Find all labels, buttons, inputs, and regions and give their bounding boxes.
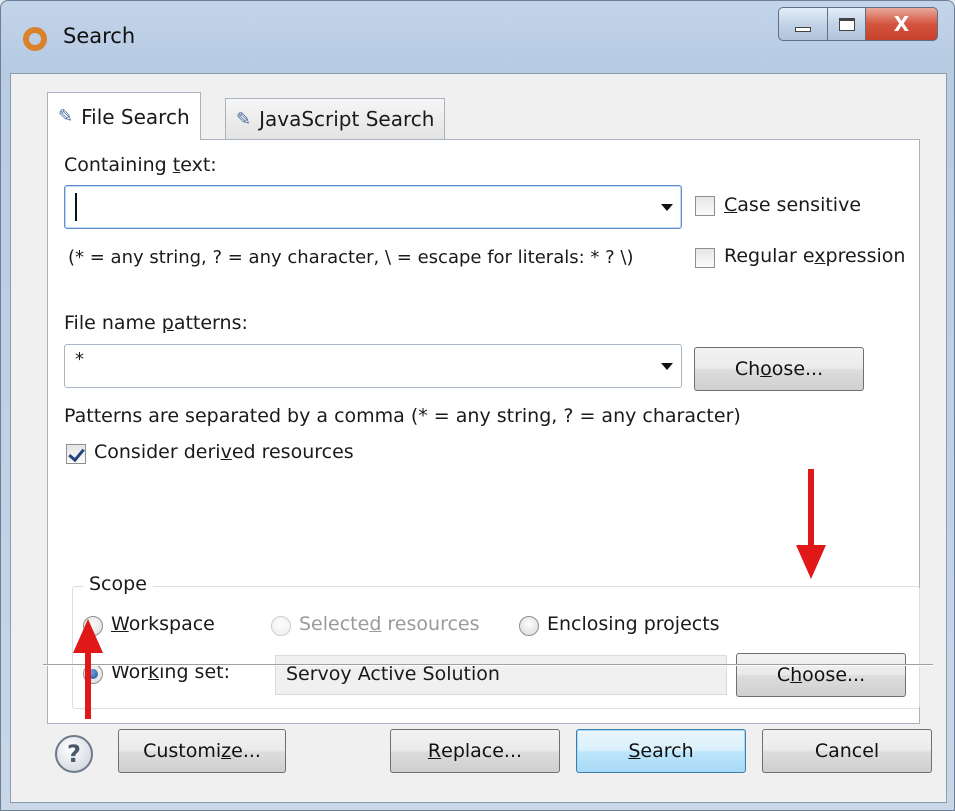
replace-button[interactable]: Replace... xyxy=(390,729,560,773)
file-search-icon: ✎ xyxy=(58,106,74,127)
case-sensitive-checkbox[interactable] xyxy=(695,196,715,216)
mnemonic: o xyxy=(760,358,772,380)
label-part: pression xyxy=(825,245,906,267)
containing-text-combo[interactable] xyxy=(64,185,682,229)
chevron-down-icon[interactable] xyxy=(661,204,673,211)
chevron-down-icon[interactable] xyxy=(661,363,673,370)
regular-expression-checkbox[interactable] xyxy=(695,248,715,268)
window-controls: X xyxy=(778,7,938,41)
label-part: ose... xyxy=(771,358,824,380)
search-button[interactable]: Search xyxy=(576,729,746,773)
mnemonic: W xyxy=(111,613,129,635)
annotation-arrow-down-icon xyxy=(796,469,826,579)
label-part: earch xyxy=(640,740,694,762)
close-button[interactable]: X xyxy=(866,7,938,41)
label-part: resources xyxy=(381,613,480,635)
arrow-shaft xyxy=(808,469,814,547)
tab-label: File Search xyxy=(81,104,190,129)
enclosing-projects-radio[interactable] xyxy=(519,616,539,636)
maximize-icon xyxy=(838,17,855,31)
arrow-shaft xyxy=(85,651,91,719)
mnemonic: d xyxy=(369,613,382,635)
arrow-head xyxy=(796,545,826,579)
regular-expression-label[interactable]: Regular expression xyxy=(724,245,905,267)
selected-resources-label: Selected resources xyxy=(299,613,480,635)
choose-working-set-button[interactable]: Ch oose... xyxy=(736,653,906,697)
tab-label: JavaScript Search xyxy=(259,107,435,131)
mnemonic: p xyxy=(161,312,174,334)
cancel-button[interactable]: Cancel xyxy=(762,729,932,773)
title-bar[interactable]: Search X xyxy=(1,1,954,71)
consider-derived-label[interactable]: Consider derived resources xyxy=(94,441,354,463)
help-icon[interactable]: ? xyxy=(55,735,93,773)
workspace-label[interactable]: Workspace xyxy=(111,613,215,635)
selected-resources-radio xyxy=(271,616,291,636)
window-title: Search xyxy=(63,24,136,48)
minimize-icon xyxy=(795,26,811,32)
label-part: ed resources xyxy=(231,441,354,463)
mnemonic: x xyxy=(814,245,826,267)
arrow-head xyxy=(73,619,103,653)
enclosing-projects-label[interactable]: Enclosing projects xyxy=(547,613,720,635)
containing-text-label: Containing text: xyxy=(64,154,217,176)
label-part: C xyxy=(776,664,791,686)
close-icon: X xyxy=(893,12,910,36)
label-part: atterns: xyxy=(173,312,248,334)
scope-title: Scope xyxy=(83,573,153,595)
dialog-client-area: ✎ File Search ✎ JavaScript Search Contai… xyxy=(10,73,947,803)
label-part: e... xyxy=(231,740,261,762)
eclipse-app-icon xyxy=(23,27,47,51)
mnemonic: S xyxy=(628,740,641,762)
file-name-patterns-label: File name patterns: xyxy=(64,312,248,334)
label-part: Containing xyxy=(64,154,173,176)
mnemonic: h xyxy=(790,664,803,686)
file-name-patterns-hint: Patterns are separated by a comma (* = a… xyxy=(64,405,741,427)
label-part: File name xyxy=(64,312,162,334)
tab-javascript-search[interactable]: ✎ JavaScript Search xyxy=(225,98,446,140)
text-caret xyxy=(75,193,77,221)
minimize-button[interactable] xyxy=(778,7,828,41)
label-part: ext: xyxy=(180,154,217,176)
label-part: eplace... xyxy=(441,740,523,762)
javascript-search-icon: ✎ xyxy=(236,108,252,130)
case-sensitive-label[interactable]: Case sensitive xyxy=(724,194,861,216)
file-name-patterns-value: * xyxy=(75,349,84,370)
label-part: Ch xyxy=(734,358,761,380)
file-name-patterns-combo[interactable]: * xyxy=(64,344,682,388)
label-part: Customi xyxy=(143,740,222,762)
tab-file-search[interactable]: ✎ File Search xyxy=(47,92,201,140)
search-dialog: Search X ✎ File Search ✎ JavaScript Sear… xyxy=(0,0,955,811)
consider-derived-checkbox[interactable] xyxy=(66,444,86,464)
label-part: ase sensitive xyxy=(737,194,862,216)
maximize-button[interactable] xyxy=(828,7,866,41)
mnemonic: C xyxy=(724,194,738,216)
label-part: Regular e xyxy=(724,245,815,267)
mnemonic: R xyxy=(427,740,442,762)
label-part: oose... xyxy=(802,664,866,686)
label-part: orkspace xyxy=(128,613,215,635)
label-part: Selecte xyxy=(299,613,370,635)
mnemonic: v xyxy=(220,441,232,463)
choose-file-patterns-button[interactable]: Ch o ose... xyxy=(694,347,864,391)
customize-button[interactable]: Customi z e... xyxy=(118,729,286,773)
label-part: Consider deri xyxy=(94,441,221,463)
file-search-panel: Containing text: Case sensitive (* = any… xyxy=(47,139,920,724)
containing-text-hint: (* = any string, ? = any character, \ = … xyxy=(68,247,634,268)
working-set-field: Servoy Active Solution xyxy=(275,655,727,695)
annotation-arrow-up-icon xyxy=(73,619,103,719)
dialog-separator xyxy=(43,664,933,666)
scope-group: Scope Workspace Selected resources Enclo… xyxy=(72,573,920,709)
mnemonic: z xyxy=(221,740,232,762)
